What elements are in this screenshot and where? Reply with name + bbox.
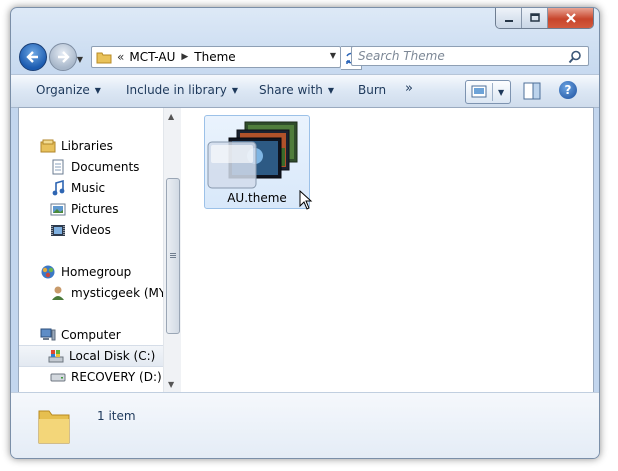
include-in-library-button[interactable]: Include in library ▼ [126,83,238,97]
music-icon [49,180,67,196]
details-pane: 1 item [11,392,599,458]
breadcrumb-overflow[interactable]: « [117,50,124,64]
command-bar: Organize ▼ Include in library ▼ Share with… [11,74,599,108]
mouse-cursor-icon [299,190,313,210]
include-in-library-label: Include in library [126,83,227,97]
help-icon[interactable]: ? [559,81,577,99]
maximize-button[interactable] [522,8,548,28]
documents-icon [49,159,67,175]
nav-music-label: Music [71,181,106,195]
view-icon [471,85,487,98]
folder-icon [38,410,70,444]
organize-button[interactable]: Organize ▼ [36,83,101,97]
more-commands-button[interactable]: » [405,81,413,96]
item-count: 1 item [97,409,136,423]
file-name: AU.theme [227,191,287,205]
arrow-left-icon [26,51,38,63]
address-bar-area: ▼ « MCT-AU ▶ Theme ▼ Search Theme [11,38,599,71]
user-icon [49,285,67,301]
close-button[interactable] [548,8,593,28]
drive-icon [49,369,67,385]
navigation-pane: Libraries Documents Music Pictures Video… [19,108,163,392]
minimize-button[interactable] [496,8,522,28]
nav-libraries-label: Libraries [61,139,113,153]
navigation-scrollbar[interactable]: ▲ ▼ [163,108,181,392]
main-area: Libraries Documents Music Pictures Video… [18,107,594,393]
share-with-label: Share with [259,83,323,97]
folder-icon [96,52,112,64]
pictures-icon [49,201,67,217]
close-icon [565,13,576,23]
breadcrumb-separator-icon[interactable]: ▶ [181,52,188,62]
recent-pages-dropdown[interactable]: ▼ [75,54,85,64]
nav-libraries[interactable]: Libraries [39,136,113,156]
libraries-icon [39,138,57,154]
maximize-icon [529,13,540,22]
forward-button[interactable] [49,43,77,71]
chevron-down-icon: ▼ [94,86,101,95]
nav-local-disk-label: Local Disk (C:) [69,349,156,363]
nav-homegroup[interactable]: Homegroup [39,262,131,282]
preview-pane-icon [523,82,541,100]
homegroup-icon [39,264,57,280]
nav-computer[interactable]: Computer [39,325,121,345]
explorer-window: ▼ « MCT-AU ▶ Theme ▼ Search Theme Organi… [10,7,600,459]
chevron-down-icon: ▼ [327,86,335,95]
nav-user[interactable]: mysticgeek (MYS [49,283,163,303]
search-placeholder: Search Theme [358,49,445,63]
share-with-button[interactable]: Share with ▼ [259,83,334,97]
burn-label: Burn [358,83,387,97]
organize-label: Organize [36,83,90,97]
nav-videos[interactable]: Videos [49,220,111,240]
file-list: AU.theme [181,108,593,392]
nav-pictures[interactable]: Pictures [49,199,119,219]
nav-videos-label: Videos [71,223,111,237]
videos-icon [49,222,67,238]
file-item-au-theme[interactable]: AU.theme [204,115,310,209]
scroll-down-icon[interactable]: ▼ [168,380,174,389]
change-view-button[interactable]: ▼ [465,80,511,104]
scrollbar-thumb[interactable] [166,178,180,334]
nav-documents[interactable]: Documents [49,157,139,177]
nav-documents-label: Documents [71,160,140,174]
preview-pane-button[interactable] [523,82,541,104]
nav-pictures-label: Pictures [71,202,119,216]
scroll-up-icon[interactable]: ▲ [168,112,174,121]
nav-music[interactable]: Music [49,178,105,198]
local-disk-icon [47,348,65,364]
breadcrumb-mct-au[interactable]: MCT-AU [129,50,175,64]
theme-file-icon [207,121,298,189]
address-dropdown-icon[interactable]: ▼ [330,51,336,60]
nav-computer-label: Computer [61,328,121,342]
nav-local-disk[interactable]: Local Disk (C:) [19,345,163,367]
back-button[interactable] [19,43,47,71]
computer-icon [39,327,57,343]
minimize-icon [504,20,513,22]
nav-homegroup-label: Homegroup [61,265,132,279]
breadcrumb-theme[interactable]: Theme [194,50,235,64]
search-input[interactable]: Search Theme [351,46,589,66]
nav-recovery-label: RECOVERY (D:) [71,370,162,384]
address-field[interactable]: « MCT-AU ▶ Theme ▼ [91,46,341,68]
burn-button[interactable]: Burn [358,83,386,97]
nav-recovery[interactable]: RECOVERY (D:) [49,367,162,387]
arrow-right-icon [58,51,70,63]
nav-user-label: mysticgeek (MYS [71,286,163,300]
search-icon[interactable] [568,50,582,64]
chevron-down-icon: ▼ [231,86,239,95]
caption-buttons [495,8,594,29]
view-dropdown-icon[interactable]: ▼ [498,88,504,97]
